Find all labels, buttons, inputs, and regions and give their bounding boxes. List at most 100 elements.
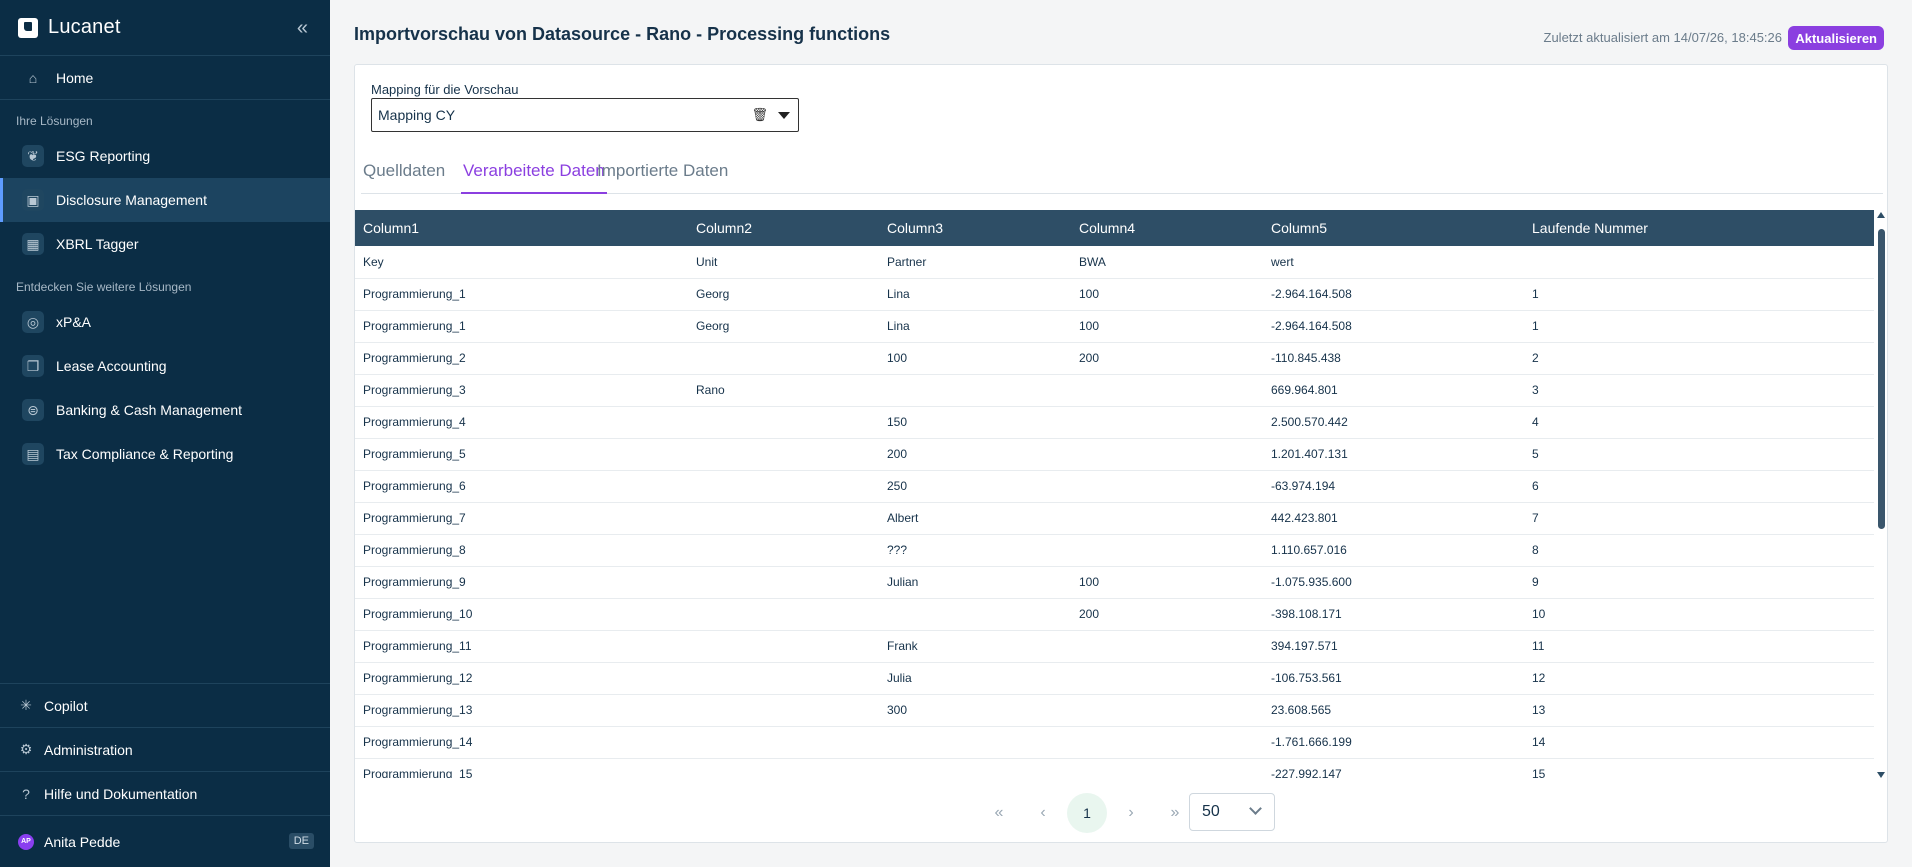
mapping-select[interactable]: Mapping CY 🗑 <box>371 98 799 132</box>
refresh-button[interactable]: Aktualisieren <box>1788 26 1884 50</box>
sidebar-item-copilot[interactable]: ✳ Copilot <box>0 683 330 727</box>
table-cell: Lina <box>879 310 1071 343</box>
sidebar-item-label: Copilot <box>44 697 88 714</box>
table-cell <box>688 502 879 535</box>
table-cell: 100 <box>1071 310 1263 343</box>
sidebar-item-help[interactable]: ? Hilfe und Dokumentation <box>0 771 330 815</box>
trash-icon[interactable]: 🗑 <box>751 107 768 123</box>
sidebar-item-tax-compliance[interactable]: ▤ Tax Compliance & Reporting <box>0 432 330 476</box>
table-cell: 23.608.565 <box>1263 694 1524 727</box>
table-cell <box>1071 630 1263 663</box>
sidebar-item-administration[interactable]: ⚙ Administration <box>0 727 330 771</box>
table-cell: 3 <box>1524 374 1874 407</box>
page-size-select[interactable]: 50 <box>1189 793 1275 831</box>
table-cell: -63.974.194 <box>1263 470 1524 503</box>
table-row: Programmierung_9 Julian 100 -1.075.935.600 9 <box>355 566 1874 599</box>
table-cell: Programmierung_1 <box>355 278 688 311</box>
tab-verarbeitete-daten[interactable]: Verarbeitete Daten <box>461 157 607 194</box>
table-cell <box>879 758 1071 778</box>
caret-down-icon[interactable] <box>778 112 790 119</box>
column-header[interactable]: Column3 <box>879 210 1071 246</box>
table-cell: 2 <box>1524 342 1874 375</box>
table-cell <box>688 406 879 439</box>
table-cell: 13 <box>1524 694 1874 727</box>
prev-page-icon[interactable]: ‹ <box>1023 793 1063 833</box>
sidebar-item-label: Banking & Cash Management <box>56 402 242 418</box>
table-cell: Programmierung_9 <box>355 566 688 599</box>
table-header-row: Column1 Column2 Column3 Column4 Column5 Laufe… <box>355 210 1874 246</box>
table-cell: Programmierung_12 <box>355 662 688 695</box>
table-cell: 200 <box>1071 342 1263 375</box>
table-cell <box>879 598 1071 631</box>
tab-importierte-daten[interactable]: Importierte Daten <box>595 157 730 194</box>
data-table: Column1 Column2 Column3 Column4 Column5 Laufe… <box>355 210 1874 778</box>
pagination: « ‹ 1 › » 50 <box>355 787 1889 833</box>
sidebar-item-xpa[interactable]: ◎ xP&A <box>0 300 330 344</box>
table-cell: 1.110.657.016 <box>1263 534 1524 567</box>
next-page-icon[interactable]: › <box>1111 793 1151 833</box>
table-cell: -398.108.171 <box>1263 598 1524 631</box>
table-cell: 394.197.571 <box>1263 630 1524 663</box>
scroll-up-icon[interactable] <box>1877 212 1885 218</box>
table-cell <box>1071 726 1263 759</box>
last-updated-text: Zuletzt aktualisiert am 14/07/26, 18:45:… <box>1543 30 1782 45</box>
table-row: Programmierung_4 150 2.500.570.442 4 <box>355 406 1874 439</box>
chevron-down-icon <box>1249 802 1262 815</box>
table-row: Programmierung_1 Georg Lina 100 -2.964.164.5… <box>355 310 1874 343</box>
table-cell <box>688 470 879 503</box>
brand: Lucanet « <box>0 0 330 56</box>
sparkle-icon: ✳ <box>20 697 32 713</box>
table-cell <box>1524 246 1874 279</box>
language-badge[interactable]: DE <box>288 833 314 849</box>
collapse-sidebar-icon[interactable]: « <box>297 17 308 40</box>
sidebar-item-home[interactable]: ⌂ Home <box>0 56 330 100</box>
table-cell: Programmierung_8 <box>355 534 688 567</box>
table-cell: Programmierung_7 <box>355 502 688 535</box>
table-cell: 100 <box>1071 566 1263 599</box>
sidebar-item-xbrl-tagger[interactable]: ▦ XBRL Tagger <box>0 222 330 266</box>
table-cell <box>1071 470 1263 503</box>
table-cell: -1.075.935.600 <box>1263 566 1524 599</box>
table-body: Key Unit Partner BWA wert Programmierung_1 Geo… <box>355 246 1874 778</box>
table-cell: 442.423.801 <box>1263 502 1524 535</box>
column-header[interactable]: Laufende Nummer <box>1524 210 1874 246</box>
sidebar-item-disclosure-management[interactable]: ▣ Disclosure Management <box>0 178 330 222</box>
table-row: Programmierung_10 200 -398.108.171 10 <box>355 598 1874 631</box>
table-cell: Programmierung_11 <box>355 630 688 663</box>
table-cell <box>1071 406 1263 439</box>
table-cell: 8 <box>1524 534 1874 567</box>
current-page-button[interactable]: 1 <box>1067 793 1107 833</box>
table-cell <box>1071 662 1263 695</box>
table-cell <box>1071 374 1263 407</box>
column-header[interactable]: Column5 <box>1263 210 1524 246</box>
table-cell <box>879 374 1071 407</box>
scrollbar-thumb[interactable] <box>1878 229 1885 529</box>
table-cell <box>688 630 879 663</box>
column-header[interactable]: Column2 <box>688 210 879 246</box>
table-cell <box>1071 534 1263 567</box>
sidebar-item-banking-cash[interactable]: ⊜ Banking & Cash Management <box>0 388 330 432</box>
table-row: Programmierung_12 Julia -106.753.561 12 <box>355 662 1874 695</box>
table-row: Key Unit Partner BWA wert <box>355 246 1874 279</box>
tab-quelldaten[interactable]: Quelldaten <box>361 157 447 194</box>
sidebar-item-label: Tax Compliance & Reporting <box>56 446 234 462</box>
table-scrollbar[interactable] <box>1875 210 1887 778</box>
table-cell: Georg <box>688 310 879 343</box>
table-cell: 6 <box>1524 470 1874 503</box>
sidebar-item-esg-reporting[interactable]: ❦ ESG Reporting <box>0 134 330 178</box>
table-cell: -2.964.164.508 <box>1263 278 1524 311</box>
leaf-icon: ❦ <box>22 145 44 167</box>
table-cell: 7 <box>1524 502 1874 535</box>
mapping-select-value: Mapping CY <box>378 107 456 123</box>
column-header[interactable]: Column4 <box>1071 210 1263 246</box>
table-cell: 1 <box>1524 278 1874 311</box>
table-cell: Programmierung_6 <box>355 470 688 503</box>
column-header[interactable]: Column1 <box>355 210 688 246</box>
sidebar-item-lease-accounting[interactable]: ❐ Lease Accounting <box>0 344 330 388</box>
table-cell: Julian <box>879 566 1071 599</box>
scroll-down-icon[interactable] <box>1877 772 1885 778</box>
table-cell: Frank <box>879 630 1071 663</box>
user-menu[interactable]: AP Anita Pedde DE <box>0 815 330 867</box>
data-table-container: Column1 Column2 Column3 Column4 Column5 Laufe… <box>355 210 1875 778</box>
first-page-icon[interactable]: « <box>979 793 1019 833</box>
